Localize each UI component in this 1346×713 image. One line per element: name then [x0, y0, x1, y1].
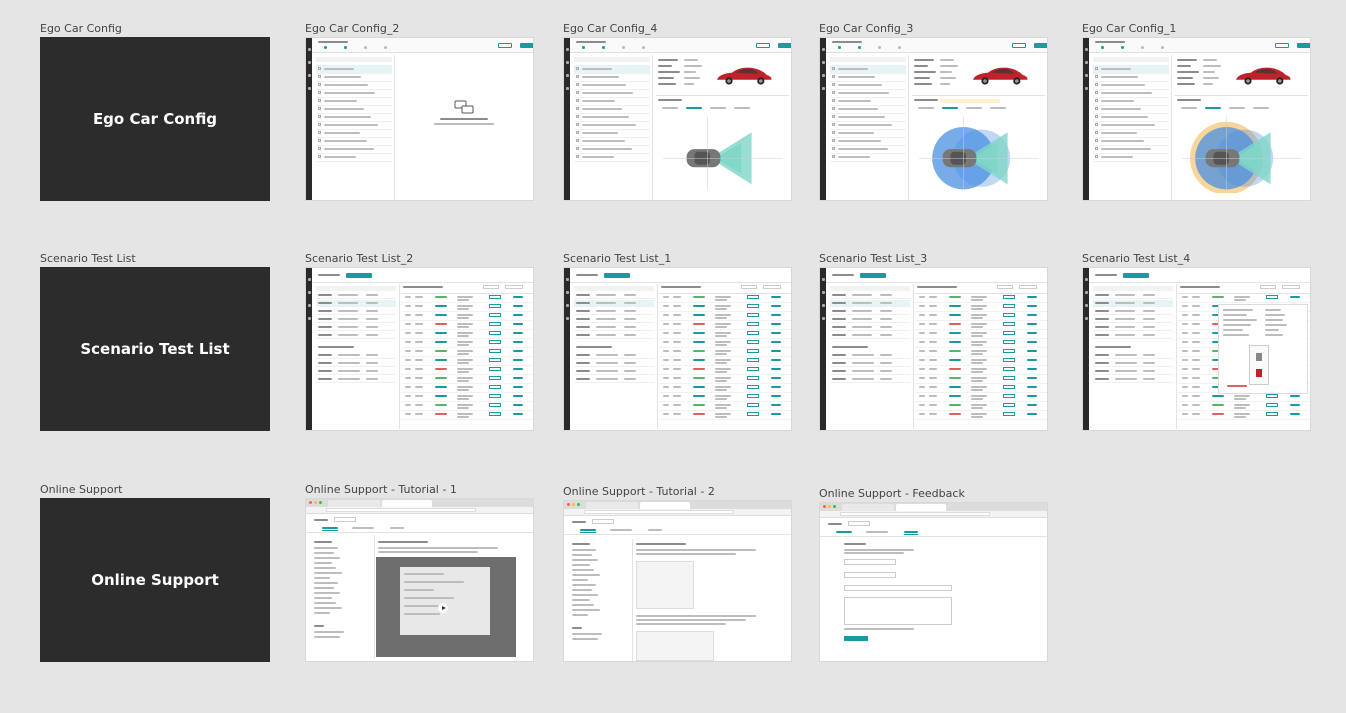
window-control-icon[interactable] — [314, 501, 317, 504]
window-control-icon[interactable] — [577, 503, 580, 506]
screen-frame-ego-circle[interactable] — [819, 37, 1048, 201]
screen-frame-list[interactable] — [305, 267, 534, 431]
app-header — [826, 38, 1047, 53]
screen-frame-ego-car[interactable] — [563, 37, 792, 201]
cover-title: Ego Car Config — [92, 110, 218, 128]
app-sidebar — [564, 38, 570, 200]
interface-icon — [454, 100, 474, 114]
app-sidebar — [820, 38, 826, 200]
screen-frame-ego-full[interactable] — [1082, 37, 1311, 201]
test-runs-table — [401, 284, 533, 429]
cover-title: Scenario Test List — [80, 340, 230, 358]
app-header — [570, 38, 791, 53]
support-contents-nav — [570, 539, 633, 661]
frame-label: Online Support - Tutorial - 2 — [563, 485, 715, 498]
sensor-coverage-diagram — [663, 116, 783, 190]
list-header — [312, 268, 533, 283]
scenario-groups-panel — [572, 284, 658, 429]
list-header — [1089, 268, 1310, 283]
frame-label: Scenario Test List — [40, 252, 136, 265]
list-header — [826, 268, 1047, 283]
config-main-area — [910, 55, 1047, 200]
app-sidebar — [820, 268, 826, 430]
test-runs-table — [659, 284, 791, 429]
app-sidebar — [564, 268, 570, 430]
app-sidebar — [306, 38, 312, 200]
window-control-icon[interactable] — [823, 505, 826, 508]
frame-label: Ego Car Config_3 — [819, 22, 914, 35]
screen-frame-list-detail[interactable] — [1082, 267, 1311, 431]
config-main-area — [396, 55, 533, 200]
vehicle-list-panel — [572, 55, 653, 200]
scenario-groups-panel — [1091, 284, 1177, 429]
scenario-detail-popover — [1218, 304, 1308, 394]
play-icon[interactable] — [438, 603, 448, 613]
screen-frame-list[interactable] — [819, 267, 1048, 431]
app-header — [1089, 38, 1310, 53]
app-sidebar — [306, 268, 312, 430]
app-sidebar — [1083, 268, 1089, 430]
test-runs-table — [915, 284, 1047, 429]
frame-label: Ego Car Config_1 — [1082, 22, 1177, 35]
screen-frame-ego-empty[interactable] — [305, 37, 534, 201]
sensor-coverage-diagram — [919, 116, 1039, 190]
sensor-coverage-diagram — [1182, 116, 1302, 193]
scenario-groups-panel — [828, 284, 914, 429]
window-control-icon[interactable] — [833, 505, 836, 508]
app-sidebar — [1083, 38, 1089, 200]
cover-title: Online Support — [91, 571, 219, 589]
frame-label: Scenario Test List_3 — [819, 252, 928, 265]
app-header — [312, 38, 533, 53]
test-runs-table — [1178, 284, 1310, 429]
support-header — [306, 514, 533, 533]
frame-label: Online Support — [40, 483, 123, 496]
frame-label: Scenario Test List_1 — [563, 252, 672, 265]
frame-label: Scenario Test List_4 — [1082, 252, 1191, 265]
car-image — [1236, 67, 1291, 85]
cover-frame[interactable]: Online Support — [40, 498, 270, 662]
scenario-groups-panel — [314, 284, 400, 429]
frame-label: Ego Car Config_4 — [563, 22, 658, 35]
config-main-area — [1173, 55, 1310, 200]
cover-frame[interactable]: Scenario Test List — [40, 267, 270, 431]
support-header — [564, 516, 791, 535]
browser-addressbar[interactable] — [306, 507, 533, 514]
browser-addressbar[interactable] — [820, 511, 1047, 518]
screen-frame-support-doc[interactable] — [563, 500, 792, 662]
frame-label: Online Support - Tutorial - 1 — [305, 483, 457, 496]
window-control-icon[interactable] — [309, 501, 312, 504]
support-contents-nav — [312, 537, 375, 659]
screen-frame-support-form[interactable] — [819, 502, 1048, 662]
frame-label: Ego Car Config — [40, 22, 122, 35]
car-image — [717, 67, 772, 85]
feedback-form — [840, 539, 980, 661]
cover-frame[interactable]: Ego Car Config — [40, 37, 270, 201]
vehicle-list-panel — [828, 55, 909, 200]
screen-frame-support-video[interactable] — [305, 498, 534, 662]
tutorial-video-player[interactable] — [376, 557, 516, 657]
window-control-icon[interactable] — [572, 503, 575, 506]
support-header — [820, 518, 1047, 537]
support-article — [376, 537, 528, 659]
vehicle-list-panel — [314, 55, 395, 200]
browser-addressbar[interactable] — [564, 509, 791, 516]
screen-frame-list[interactable] — [563, 267, 792, 431]
window-control-icon[interactable] — [828, 505, 831, 508]
vehicle-list-panel — [1091, 55, 1172, 200]
frame-label: Ego Car Config_2 — [305, 22, 400, 35]
window-control-icon[interactable] — [319, 501, 322, 504]
list-header — [570, 268, 791, 283]
config-main-area — [654, 55, 791, 200]
car-image — [973, 67, 1028, 85]
window-control-icon[interactable] — [567, 503, 570, 506]
frame-label: Scenario Test List_2 — [305, 252, 414, 265]
frame-label: Online Support - Feedback — [819, 487, 965, 500]
support-article — [634, 539, 786, 661]
